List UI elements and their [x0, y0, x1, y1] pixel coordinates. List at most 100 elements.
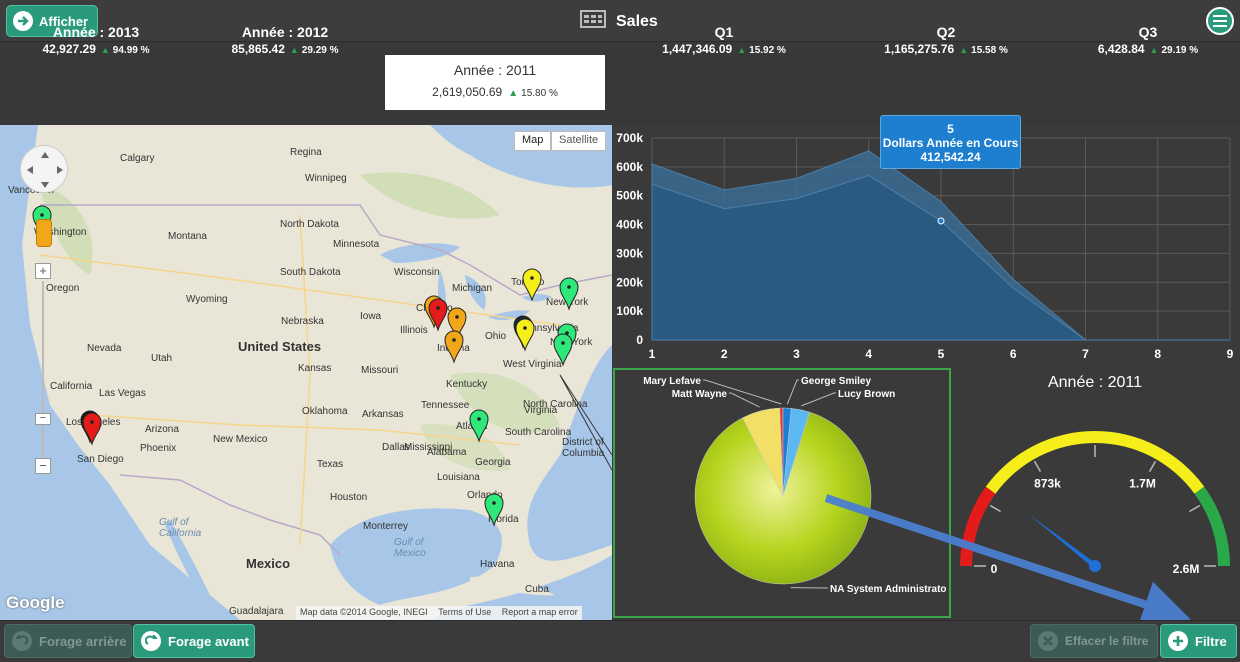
map-place-label: Houston — [330, 492, 367, 503]
map-canvas[interactable]: VancouverCalgaryReginaWinnipegWashington… — [0, 125, 612, 620]
menu-button[interactable] — [1206, 7, 1234, 35]
kpi-q2[interactable]: Q2 1,165,275.76 ▲ 15.58 % — [876, 24, 1016, 56]
forage-avant-button[interactable]: Forage avant — [133, 624, 255, 658]
highlighted-data-point[interactable] — [937, 217, 945, 225]
map-tab-label: Map — [522, 134, 544, 146]
pie-leader-line — [801, 392, 836, 407]
kpi-pct: 15.58 % — [971, 45, 1008, 56]
terms-link[interactable]: Terms of Use — [438, 607, 491, 617]
street-view-pegman-icon[interactable] — [36, 219, 52, 247]
kpi-2011-selected[interactable]: Année : 2011 2,619,050.69 ▲ 15.80 % — [385, 55, 605, 110]
kpi-label: Année : 2011 — [453, 62, 537, 78]
map-marker-dot — [40, 213, 44, 217]
x-tick-label: 8 — [1154, 347, 1161, 361]
gauge-tick-label: 0 — [991, 562, 998, 576]
up-triangle-icon: ▲ — [289, 45, 299, 55]
map-place-label: South Dakota — [280, 267, 341, 278]
map-place-label: Guadalajara — [229, 606, 284, 617]
map-place-label: Minnesota — [333, 239, 380, 250]
pie-leader-line — [729, 392, 760, 408]
map-place-label: United States — [238, 339, 321, 354]
zoom-in-button[interactable]: + — [35, 263, 51, 279]
kpi-label: Q3 — [1138, 24, 1158, 40]
gauge-tick — [1189, 504, 1201, 513]
kpi-q1[interactable]: Q1 1,447,346.09 ▲ 15.92 % — [654, 24, 794, 56]
map-place-label: Illinois — [400, 325, 428, 336]
y-tick-label: 200k — [616, 275, 643, 289]
gauge-band — [1194, 486, 1230, 566]
zoom-slider-handle[interactable]: − — [35, 413, 51, 425]
kpi-q3[interactable]: Q3 6,428.84 ▲ 29.19 % — [1090, 24, 1206, 56]
map-place-label: Cuba — [525, 584, 549, 595]
zoom-out-button[interactable]: − — [35, 458, 51, 474]
map-place-label: Ohio — [485, 331, 507, 342]
map-marker-dot — [523, 326, 527, 330]
app-window: Afficher Sales Année : 2013 42,927.29 ▲ 94… — [0, 0, 1240, 662]
map-place-label: Havana — [480, 559, 515, 570]
map-panel[interactable]: Vancouver Calgary Regina Winnipeg Washington… — [0, 125, 612, 620]
clear-icon — [1038, 631, 1058, 651]
kpi-2012[interactable]: Année : 2012 85,865.42 ▲ 29.29 % — [224, 24, 346, 56]
pie-slice-label: Lucy Brown — [838, 389, 895, 400]
pie-leader-line — [786, 379, 799, 405]
kpi-2013[interactable]: Année : 2013 42,927.29 ▲ 94.99 % — [36, 24, 156, 56]
map-place-label: Monterrey — [363, 521, 408, 532]
gauge-tick — [1148, 460, 1157, 472]
attribution-text: Map data ©2014 Google, INEGI — [300, 607, 428, 617]
kpi-bar — [0, 42, 1240, 125]
gauge-needle — [1028, 513, 1097, 568]
map-type-map-tab[interactable]: Map — [514, 131, 552, 151]
back-label: Forage arrière — [39, 633, 127, 649]
up-triangle-icon: ▲ — [1149, 45, 1159, 55]
gauge-tick-label: 873k — [1034, 477, 1061, 491]
x-tick-label: 5 — [938, 347, 945, 361]
forage-arriere-button[interactable]: Forage arrière — [4, 624, 132, 658]
map-place-label: Las Vegas — [99, 388, 146, 399]
pie-chart-panel[interactable]: Mary Lefave George Smiley Lucy Brown NA Sys… — [613, 368, 951, 618]
kpi-value: 1,165,275.76 — [884, 42, 955, 56]
zoom-slider-track[interactable] — [42, 281, 44, 471]
map-place-label: New Mexico — [213, 434, 268, 445]
map-place-label: Oklahoma — [302, 406, 348, 417]
map-place-label: Arizona — [145, 424, 179, 435]
x-tick-label: 9 — [1227, 347, 1234, 361]
gauge-panel[interactable]: Année : 2011 0 873k 1.7M 2.6M — [951, 368, 1240, 620]
x-tick-label: 3 — [793, 347, 800, 361]
map-place-label: Arkansas — [362, 409, 404, 420]
map-marker-dot — [436, 306, 440, 310]
map-place-label: San Diego — [77, 454, 124, 465]
kpi-label: Année : 2013 — [52, 24, 140, 40]
map-place-label: West Virginia — [503, 359, 562, 370]
map-marker-dot — [477, 417, 481, 421]
map-place-label: Oregon — [46, 283, 79, 294]
x-tick-label: 1 — [649, 347, 656, 361]
map-place-label: Louisiana — [437, 472, 480, 483]
x-tick-label: 4 — [865, 347, 872, 361]
map-place-label: Alabama — [427, 447, 467, 458]
map-type-satellite-tab[interactable]: Satellite — [551, 131, 607, 151]
map-place-label: Iowa — [360, 311, 382, 322]
pie-slice-label: George Smiley — [801, 376, 871, 387]
gauge-tick-label: 1.7M — [1129, 477, 1156, 491]
gauge-title: Année : 2011 — [1048, 374, 1142, 391]
kpi-value: 2,619,050.69 — [432, 85, 503, 99]
pan-arrows-icon — [27, 152, 63, 188]
effacer-filtre-button[interactable]: Effacer le filtre — [1030, 624, 1158, 658]
pie-chart[interactable]: Mary Lefave George Smiley Lucy Brown NA Sys… — [615, 370, 949, 616]
gauge-band — [960, 486, 996, 566]
kpi-pct: 15.80 % — [521, 88, 558, 99]
pan-control[interactable] — [20, 145, 68, 193]
x-tick-label: 6 — [1010, 347, 1017, 361]
map-marker-dot — [90, 420, 94, 424]
report-map-error-link[interactable]: Report a map error — [502, 607, 578, 617]
gauge-chart[interactable]: Année : 2011 0 873k 1.7M 2.6M — [951, 368, 1240, 620]
kpi-value: 6,428.84 — [1097, 42, 1145, 56]
arrow-right-icon — [13, 11, 33, 31]
map-place-label: Montana — [168, 231, 207, 242]
kpi-value: 1,447,346.09 — [662, 42, 733, 56]
zoom-in-label: + — [39, 263, 47, 278]
tooltip-x: 5 — [947, 122, 954, 136]
gauge-tick-label: 2.6M — [1173, 562, 1200, 576]
filtre-button[interactable]: Filtre — [1160, 624, 1237, 658]
x-tick-label: 7 — [1082, 347, 1089, 361]
